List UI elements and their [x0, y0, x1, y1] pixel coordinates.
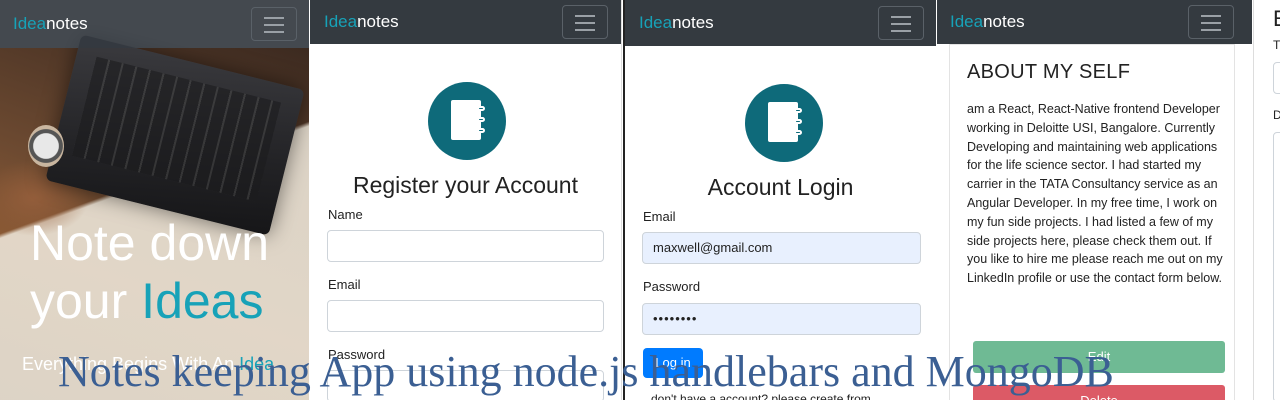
navbar-brand[interactable]: Ideanotes	[950, 12, 1025, 32]
about-text: am a React, React-Native frontend Develo…	[967, 102, 1223, 286]
name-input[interactable]	[327, 230, 604, 262]
navbar-brand[interactable]: Ideanotes	[13, 14, 88, 34]
menu-toggle-button[interactable]	[878, 6, 924, 40]
navbar: Ideanotes	[0, 0, 309, 48]
navbar: Ideanotes	[937, 0, 1252, 44]
notebook-icon	[745, 84, 823, 162]
notebook-icon	[428, 82, 506, 160]
email-input[interactable]: maxwell@gmail.com	[642, 232, 921, 264]
hero-title: Note down your Ideas	[30, 214, 269, 330]
hero-panel: Ideanotes Note down your Ideas Everythin…	[0, 0, 309, 400]
about-title: ABOUT MY SELF	[967, 61, 1131, 83]
brand-accent: Idea	[639, 13, 673, 32]
password-input[interactable]: ••••••••	[642, 303, 921, 335]
edit-form-panel: E T D	[1253, 0, 1280, 400]
about-panel: Ideanotes ABOUT MY SELF am a React, Reac…	[937, 0, 1252, 400]
brand-rest: notes	[672, 13, 714, 32]
brand-accent: Idea	[324, 12, 358, 31]
details-textarea[interactable]	[1273, 132, 1280, 400]
navbar-brand[interactable]: Ideanotes	[324, 12, 399, 32]
edit-form-heading: E	[1273, 6, 1280, 32]
brand-accent: Idea	[13, 14, 47, 33]
register-title: Register your Account	[352, 172, 578, 198]
brand-rest: notes	[46, 14, 88, 33]
brand-rest: notes	[357, 12, 399, 31]
navbar-brand[interactable]: Ideanotes	[639, 13, 714, 33]
name-label: Name	[328, 207, 363, 222]
login-panel: Ideanotes Account Login Email maxwell@gm…	[623, 0, 936, 400]
overlay-caption: Notes keeping App using node.js handleba…	[58, 347, 1114, 396]
email-label: Email	[328, 277, 361, 292]
hero-title-line2: your	[30, 273, 128, 329]
hero-title-accent: Ideas	[141, 273, 264, 329]
navbar: Ideanotes	[625, 0, 936, 46]
email-input[interactable]	[327, 300, 604, 332]
wristwatch-image	[28, 125, 64, 167]
menu-toggle-button[interactable]	[1188, 5, 1234, 39]
keyboard-image	[71, 56, 281, 202]
login-title: Account Login	[707, 174, 854, 200]
hero-title-line1: Note down	[30, 215, 270, 271]
register-panel: Ideanotes Register your Account Name Ema…	[310, 0, 622, 400]
title-input[interactable]	[1273, 62, 1280, 94]
menu-toggle-button[interactable]	[251, 7, 297, 41]
details-label: D	[1273, 108, 1280, 122]
title-label: T	[1273, 38, 1280, 52]
brand-accent: Idea	[950, 12, 984, 31]
navbar: Ideanotes	[310, 0, 621, 44]
email-label: Email	[643, 209, 676, 224]
brand-rest: notes	[983, 12, 1025, 31]
menu-toggle-button[interactable]	[562, 5, 608, 39]
password-label: Password	[643, 279, 701, 294]
